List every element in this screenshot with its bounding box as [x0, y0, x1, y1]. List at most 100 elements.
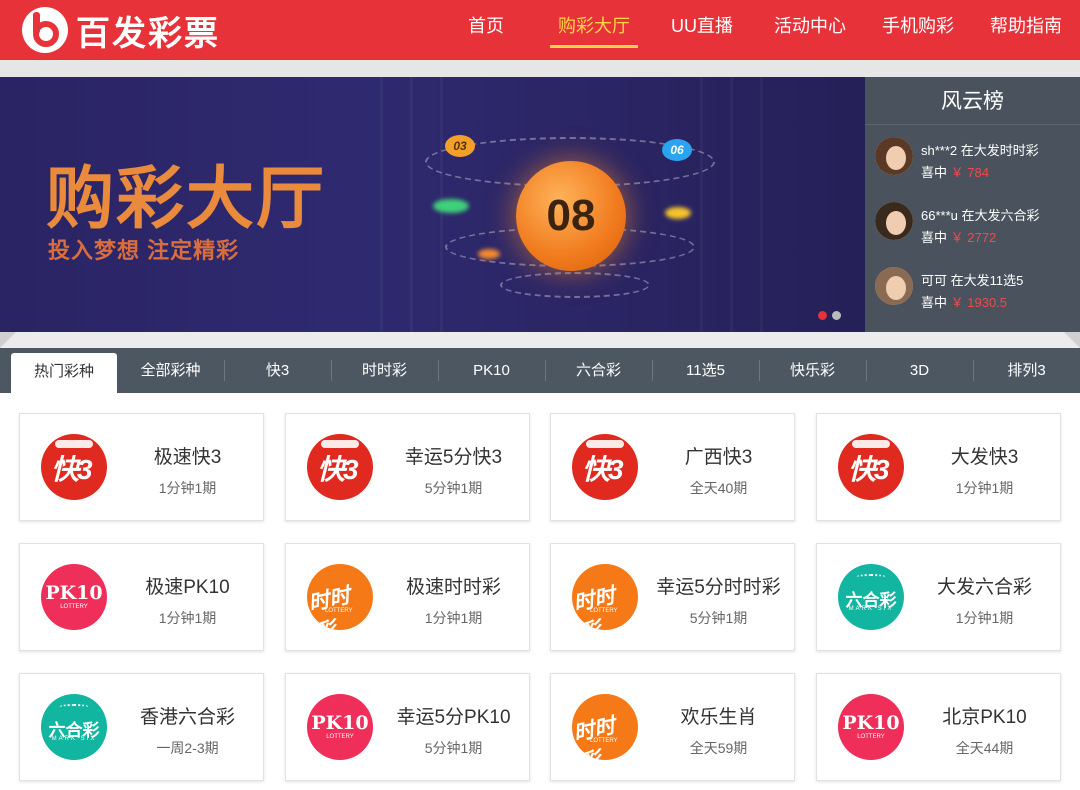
lottery-name: 大发快3 — [950, 447, 1019, 468]
lottery-tabs: 热门彩种 全部彩种 快3 时时彩 PK10 六合彩 11选5 快乐彩 3D 排列… — [0, 348, 1080, 393]
lottery-name: 极速PK10 — [145, 577, 230, 598]
lottery-card[interactable]: 快3 幸运5分快3 5分钟1期 — [285, 413, 530, 521]
tab-lhc[interactable]: 六合彩 — [545, 348, 652, 393]
lottery-card[interactable]: 时时彩 LOTTERY 幸运5分时时彩 5分钟1期 — [550, 543, 795, 651]
ranking-user: 可可 在大发11选5 — [921, 273, 1024, 288]
draw-frequency: 1分钟1期 — [158, 610, 217, 626]
ranking-user: 66***u 在大发六合彩 — [921, 208, 1040, 223]
lottery-name: 极速时时彩 — [405, 577, 501, 598]
avatar — [875, 202, 913, 240]
win-label: 喜中 — [921, 295, 948, 310]
draw-frequency: 1分钟1期 — [955, 480, 1014, 496]
draw-frequency: 1分钟1期 — [158, 480, 217, 496]
lottery-name: 欢乐生肖 — [680, 707, 757, 728]
nav-uu-live[interactable]: UU直播 — [648, 0, 756, 60]
win-amount: ￥ 2772 — [950, 230, 997, 245]
tab-pk10[interactable]: PK10 — [438, 348, 545, 393]
logo-text: 百发彩票 — [76, 13, 220, 54]
lottery-name: 幸运5分PK10 — [396, 707, 511, 728]
tab-hot[interactable]: 热门彩种 — [11, 353, 117, 393]
ranking-item: 可可 在大发11选5 喜中 ￥ 1930.5 — [865, 255, 1080, 320]
win-amount: ￥ 784 — [950, 165, 989, 180]
tab-ssc[interactable]: 时时彩 — [331, 348, 438, 393]
draw-frequency: 全天40期 — [689, 480, 748, 496]
orange-ball-decor — [478, 249, 500, 259]
draw-frequency: 全天44期 — [955, 740, 1014, 756]
win-amount: ￥ 1930.5 — [950, 295, 1008, 310]
header-divider — [0, 60, 1080, 77]
tab-11x5[interactable]: 11选5 — [652, 348, 759, 393]
lottery-card[interactable]: 时时彩 LOTTERY 欢乐生肖全天59期 — [550, 673, 795, 781]
lottery-card[interactable]: 时时彩 LOTTERY 极速时时彩 1分钟1期 — [285, 543, 530, 651]
ball-06: 06 — [662, 139, 692, 161]
draw-frequency: 1分钟1期 — [424, 610, 483, 626]
draw-frequency: 5分钟1期 — [689, 610, 748, 626]
lottery-name: 大发六合彩 — [936, 577, 1032, 598]
lottery-card[interactable]: PK10 LOTTERY 北京PK10 全天44期 — [816, 673, 1061, 781]
orbit-ring — [500, 272, 650, 298]
win-label: 喜中 — [921, 165, 948, 180]
draw-frequency: 全天59期 — [689, 740, 748, 756]
draw-frequency: 5分钟1期 — [424, 480, 483, 496]
lottery-name: 北京PK10 — [942, 707, 1027, 728]
lottery-card[interactable]: 快3 极速快3 1分钟1期 — [19, 413, 264, 521]
lottery-ball-main: 08 — [516, 161, 626, 271]
nav-home[interactable]: 首页 — [432, 0, 540, 60]
ranking-item: sh***2 在大发时时彩 喜中 ￥ 784 — [865, 125, 1080, 190]
pk10-logo-icon: PK10 LOTTERY — [838, 694, 904, 760]
tab-all[interactable]: 全部彩种 — [117, 348, 224, 393]
k3-logo-icon: 快3 — [41, 434, 107, 500]
lottery-card[interactable]: 快3 大发快3 1分钟1期 — [816, 413, 1061, 521]
avatar — [875, 267, 913, 305]
lottery-card[interactable]: PK10 LOTTERY 极速PK10 1分钟1期 — [19, 543, 264, 651]
tab-3d[interactable]: 3D — [866, 348, 973, 393]
ranking-panel: 风云榜 sh***2 在大发时时彩 喜中 ￥ 784 66***u 在大发六合彩… — [865, 77, 1080, 332]
banner-title: 购彩大厅 — [46, 160, 327, 239]
draw-frequency: 1分钟1期 — [955, 610, 1014, 626]
carousel-dot[interactable] — [832, 311, 841, 320]
tab-k3[interactable]: 快3 — [224, 348, 331, 393]
logo-icon — [22, 7, 68, 53]
top-header: 百发彩票 首页 购彩大厅 UU直播 活动中心 手机购彩 帮助指南 — [0, 0, 1080, 60]
k3-logo-icon: 快3 — [838, 434, 904, 500]
nav-activity-center[interactable]: 活动中心 — [756, 0, 864, 60]
lottery-card[interactable]: 六合彩 MARK SIX 香港六合彩一周2-3期 — [19, 673, 264, 781]
green-ball-decor — [433, 199, 469, 213]
ranking-item: 66***u 在大发六合彩 喜中 ￥ 2772 — [865, 190, 1080, 255]
ssc-logo-icon: 时时彩 LOTTERY — [572, 564, 638, 630]
lottery-card[interactable]: 六合彩 MARK SIX 大发六合彩 1分钟1期 — [816, 543, 1061, 651]
main-nav: 首页 购彩大厅 UU直播 活动中心 手机购彩 帮助指南 — [432, 0, 1080, 60]
lottery-name: 香港六合彩 — [139, 707, 235, 728]
lottery-card[interactable]: 快3 广西快3 全天40期 — [550, 413, 795, 521]
pk10-logo-icon: PK10 LOTTERY — [41, 564, 107, 630]
lottery-name: 极速快3 — [153, 447, 222, 468]
draw-frequency: 一周2-3期 — [156, 740, 219, 756]
win-label: 喜中 — [921, 230, 948, 245]
lottery-name: 广西快3 — [684, 447, 753, 468]
draw-frequency: 5分钟1期 — [424, 740, 483, 756]
hero-banner[interactable]: 购彩大厅 投入梦想 注定精彩 03 06 08 — [0, 77, 865, 332]
lottery-name: 幸运5分时时彩 — [656, 577, 781, 598]
site-logo[interactable]: 百发彩票 — [22, 7, 220, 54]
avatar — [875, 137, 913, 175]
nav-mobile-lottery[interactable]: 手机购彩 — [864, 0, 972, 60]
nav-help-guide[interactable]: 帮助指南 — [972, 0, 1080, 60]
carousel-dot[interactable] — [818, 311, 827, 320]
k3-logo-icon: 快3 — [572, 434, 638, 500]
ranking-user: sh***2 在大发时时彩 — [921, 143, 1039, 158]
banner-subtitle: 投入梦想 注定精彩 — [48, 238, 240, 263]
lhc-logo-icon: 六合彩 MARK SIX — [838, 564, 904, 630]
pk10-logo-icon: PK10 LOTTERY — [307, 694, 373, 760]
lhc-logo-icon: 六合彩 MARK SIX — [41, 694, 107, 760]
nav-lottery-hall[interactable]: 购彩大厅 — [540, 0, 648, 60]
lottery-name: 幸运5分快3 — [404, 447, 503, 468]
ranking-title: 风云榜 — [865, 77, 1080, 125]
tab-klc[interactable]: 快乐彩 — [759, 348, 866, 393]
ssc-logo-icon: 时时彩 LOTTERY — [572, 694, 638, 760]
lottery-card[interactable]: PK10 LOTTERY 幸运5分PK10 5分钟1期 — [285, 673, 530, 781]
yellow-ball-decor — [665, 207, 691, 219]
tab-pl3[interactable]: 排列3 — [973, 348, 1080, 393]
banner-shadow — [0, 332, 1080, 348]
ball-03: 03 — [445, 135, 475, 157]
ssc-logo-icon: 时时彩 LOTTERY — [307, 564, 373, 630]
